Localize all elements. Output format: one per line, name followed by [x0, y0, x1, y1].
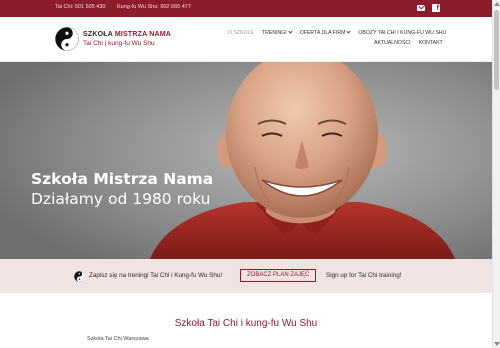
nav-item-aktualnosci[interactable]: Aktualności — [374, 40, 411, 46]
nav-item-label: Oferta dla firm — [299, 30, 346, 36]
brand-subtitle: Tai Chi | kung-fu Wu Shu — [83, 40, 155, 47]
phone-kungfu[interactable]: Kung-fu Wu Shu: 602 665 477 — [117, 4, 191, 10]
brand-title-part1: SZKOŁA — [83, 31, 113, 38]
cta-band: Zapisz się na treningi Tai Chi i Kung-fu… — [0, 259, 492, 293]
nav-item-treningi[interactable]: Treningi — [261, 29, 293, 36]
nav-item-oferta-dla-firm[interactable]: Oferta dla firm — [299, 29, 352, 36]
cta-text-pl: Zapisz się na treningi Tai Chi i Kung-fu… — [89, 272, 223, 279]
brand-title-part2: MISTRZA NAMA — [114, 31, 172, 38]
brand-title[interactable]: SZKOŁA MISTRZA NAMA — [83, 31, 171, 38]
nav-item-label: Treningi — [261, 30, 287, 36]
nav-item-label: O szkole — [228, 30, 254, 36]
hero-subtitle: Działamy od 1980 roku — [31, 190, 211, 208]
page-scrollbar[interactable] — [492, 0, 500, 348]
nav-item-o-szkole[interactable]: O szkole — [228, 30, 254, 36]
hero-banner: Szkoła Mistrza Nama Działamy od 1980 rok… — [0, 62, 492, 259]
main-nav-row2: Aktualności Kontakt — [374, 40, 443, 46]
facebook-icon[interactable]: f — [432, 4, 440, 12]
phone-taichi[interactable]: Tai Chi: 501 505 430 — [55, 4, 105, 10]
scroll-up-icon[interactable] — [494, 2, 500, 6]
schedule-button[interactable]: ZOBACZ PLAN ZAJĘĆ — [240, 269, 317, 282]
chevron-down-icon — [346, 29, 352, 34]
hero-title: Szkoła Mistrza Nama — [31, 170, 214, 188]
nav-item-label: Obozy Tai Chi i Kung-fu Wu Shu — [358, 30, 447, 36]
cta-text-en: Sign up for Tai Chi training! — [326, 272, 402, 279]
contact-phones: Tai Chi: 501 505 430 Kung-fu Wu Shu: 602… — [55, 4, 201, 10]
scrollbar-thumb[interactable] — [494, 10, 499, 90]
master-portrait-image — [0, 62, 492, 259]
chevron-down-icon — [288, 29, 293, 34]
scroll-down-icon[interactable] — [494, 342, 500, 346]
nav-item-kontakt[interactable]: Kontakt — [419, 40, 443, 46]
yin-yang-icon — [74, 271, 85, 282]
mail-icon[interactable] — [417, 5, 425, 11]
yin-yang-logo-icon[interactable] — [55, 27, 79, 51]
nav-item-obozy[interactable]: Obozy Tai Chi i Kung-fu Wu Shu — [358, 30, 446, 36]
main-nav: O szkole Treningi Oferta dla firm Obozy … — [228, 29, 446, 36]
nav-item-label: Aktualności — [374, 40, 411, 46]
top-bar: Tai Chi: 501 505 430 Kung-fu Wu Shu: 602… — [0, 0, 492, 17]
section-title: Szkoła Tai Chi i kung-fu Wu Shu — [174, 318, 318, 329]
site-header: SZKOŁA MISTRZA NAMA Tai Chi | kung-fu Wu… — [0, 17, 492, 62]
section-text: Szkoła Tai Chi Warszawa — [87, 336, 149, 342]
nav-item-label: Kontakt — [418, 40, 443, 46]
